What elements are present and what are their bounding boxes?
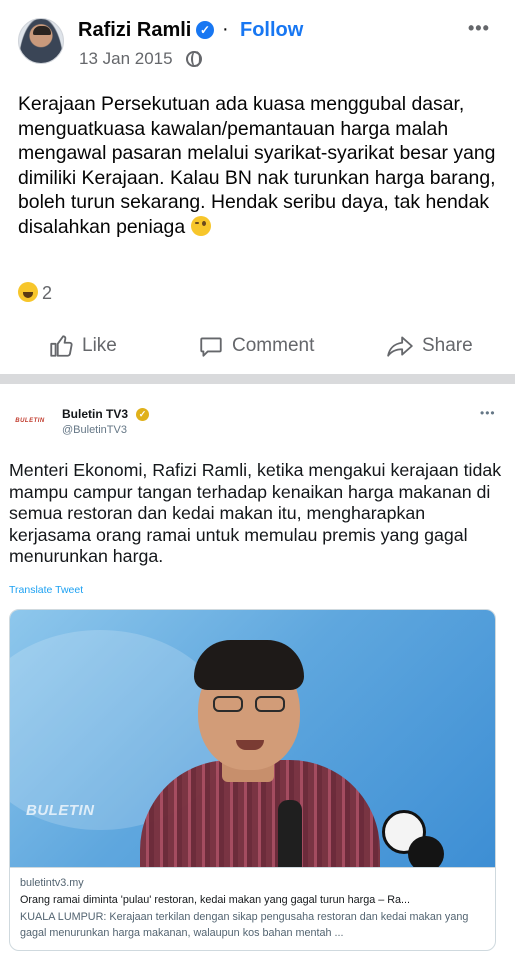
header-separator: ·: [222, 18, 229, 40]
public-globe-icon: [186, 51, 202, 67]
microphone-icon: [278, 800, 302, 867]
author-avatar[interactable]: [18, 18, 64, 64]
link-preview-meta: buletintv3.my Orang ramai diminta 'pulau…: [10, 867, 495, 950]
tweet-more-icon[interactable]: •••: [480, 406, 496, 420]
buletin-logo-text: BULETIN: [15, 418, 45, 424]
comment-button[interactable]: Comment: [198, 326, 314, 366]
post-date[interactable]: 13 Jan 2015: [79, 49, 173, 69]
wink-emoji-icon: [190, 215, 211, 236]
avatar-hair: [33, 26, 51, 35]
tweet-text: Menteri Ekonomi, Rafizi Ramli, ketika me…: [9, 460, 502, 567]
microphone-icon: [408, 836, 444, 867]
link-title: Orang ramai diminta 'pulau' restoran, ke…: [20, 894, 411, 906]
tweet-author-handle[interactable]: @BuletinTV3: [62, 424, 127, 436]
like-label: Like: [82, 335, 117, 356]
photo-watermark: BULETIN: [26, 802, 95, 819]
buletin-logo[interactable]: BULETIN: [8, 408, 52, 434]
more-options-icon[interactable]: •••: [468, 18, 490, 39]
post-text-body: Kerajaan Persekutuan ada kuasa menggubal…: [18, 93, 496, 238]
photo-glasses-right: [255, 696, 285, 712]
link-preview-card[interactable]: BULETIN buletintv3.my Orang ramai dimint…: [9, 609, 496, 951]
link-domain: buletintv3.my: [20, 877, 84, 889]
share-arrow-icon: [387, 336, 413, 357]
post-text: Kerajaan Persekutuan ada kuasa menggubal…: [18, 92, 508, 239]
like-button[interactable]: Like: [48, 326, 117, 366]
news-photo: BULETIN: [10, 610, 495, 867]
verified-badge-icon: ✓: [196, 21, 214, 39]
reaction-count[interactable]: 2: [42, 283, 52, 304]
comment-bubble-icon: [200, 337, 222, 357]
follow-button[interactable]: Follow: [240, 19, 303, 42]
photo-glasses-left: [213, 696, 243, 712]
photo-hair: [194, 640, 304, 690]
tweet-card: BULETIN Buletin TV3 ✓ @BuletinTV3 ••• Me…: [0, 384, 515, 960]
link-description: KUALA LUMPUR: Kerajaan terkilan dengan s…: [20, 911, 469, 939]
share-label: Share: [422, 335, 473, 356]
author-name[interactable]: Rafizi Ramli: [78, 19, 191, 42]
translate-tweet-link[interactable]: Translate Tweet: [9, 584, 83, 596]
facebook-post: Rafizi Ramli ✓ · Follow ••• 13 Jan 2015 …: [0, 0, 515, 372]
tweet-author-name[interactable]: Buletin TV3: [62, 407, 128, 421]
thumbs-up-icon: [50, 335, 73, 357]
haha-reaction-icon[interactable]: [18, 282, 38, 302]
verified-badge-icon: ✓: [136, 408, 149, 421]
section-divider: [0, 374, 515, 384]
post-actions: Like Comment Share: [0, 326, 515, 366]
comment-label: Comment: [232, 335, 315, 356]
share-button[interactable]: Share: [386, 326, 473, 366]
